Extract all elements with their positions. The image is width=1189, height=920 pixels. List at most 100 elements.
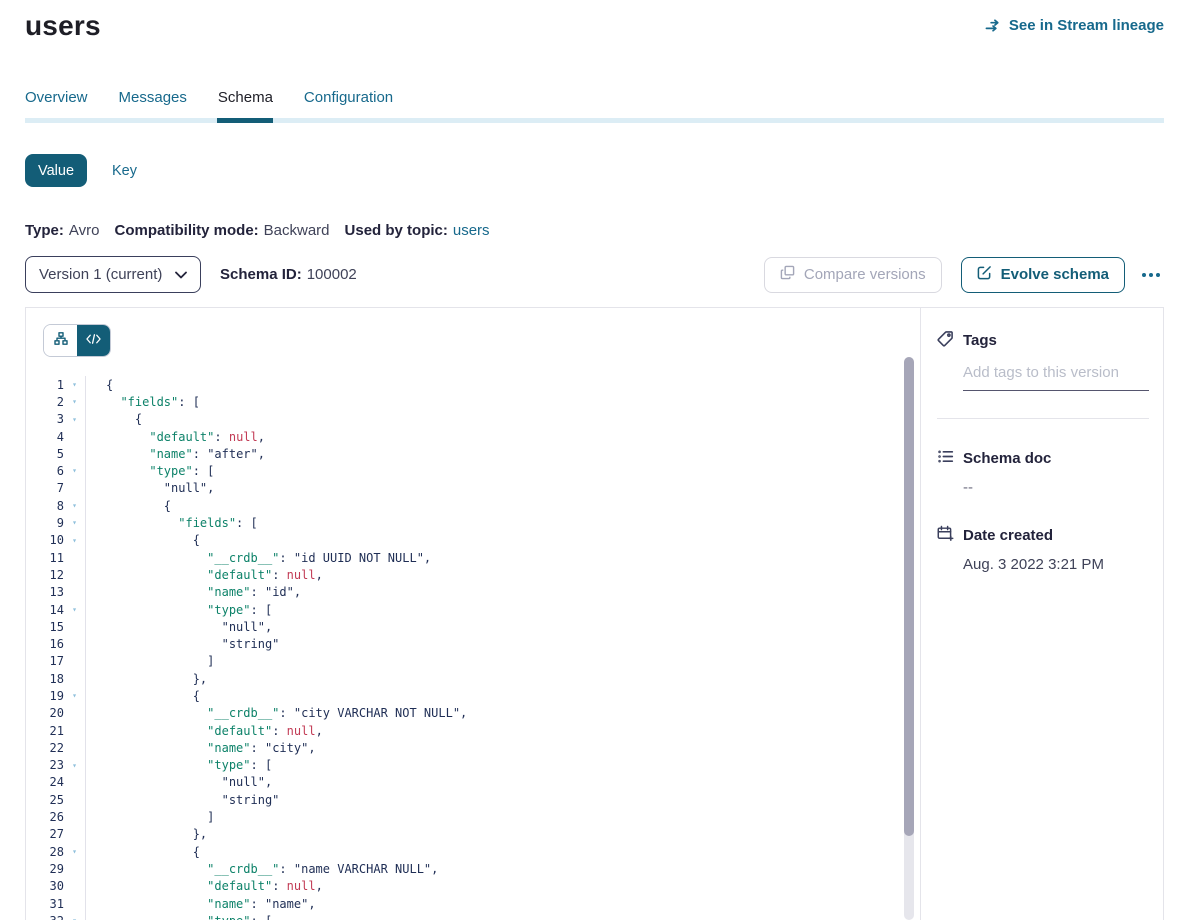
line-number: 8 (26, 499, 64, 513)
fold-caret-icon[interactable]: ▾ (64, 532, 85, 549)
code-text: "null", (85, 775, 272, 789)
code-line: 1▾{ (26, 376, 898, 393)
code-text: { (85, 378, 113, 392)
value-key-toggle: Value Key (25, 154, 1164, 187)
tags-title: Tags (963, 332, 997, 349)
fold-caret-icon[interactable]: ▾ (64, 393, 85, 410)
code-text: "default": null, (85, 724, 323, 738)
meta-topic-label: Used by topic: (345, 222, 448, 239)
line-number: 31 (26, 897, 64, 911)
line-number: 12 (26, 568, 64, 582)
scrollbar[interactable] (904, 357, 914, 920)
more-options-button[interactable] (1138, 269, 1164, 281)
line-number: 5 (26, 447, 64, 461)
schema-id-label: Schema ID: (220, 266, 302, 283)
line-number: 20 (26, 706, 64, 720)
code-line: 22 "name": "city", (26, 739, 898, 756)
code-line: 17 ] (26, 653, 898, 670)
code-line: 12 "default": null, (26, 566, 898, 583)
line-number: 17 (26, 654, 64, 668)
line-number: 15 (26, 620, 64, 634)
code-line: 13 "name": "id", (26, 584, 898, 601)
fold-caret-icon[interactable]: ▾ (64, 843, 85, 860)
code-text: { (85, 689, 200, 703)
fold-caret-icon[interactable]: ▾ (64, 687, 85, 704)
code-line: 5 "name": "after", (26, 445, 898, 462)
code-view-button[interactable] (77, 325, 110, 356)
fold-caret-icon[interactable]: ▾ (64, 376, 85, 393)
meta-compatibility: Compatibility mode: Backward (114, 222, 329, 239)
date-created-title: Date created (963, 527, 1053, 544)
code-line: 7 "null", (26, 480, 898, 497)
tab-configuration[interactable]: Configuration (304, 89, 393, 118)
value-toggle-button[interactable]: Value (25, 154, 87, 187)
fold-caret-icon[interactable]: ▾ (64, 912, 85, 920)
scrollbar-thumb[interactable] (904, 357, 914, 836)
code-line: 29 "__crdb__": "name VARCHAR NULL", (26, 860, 898, 877)
meta-compatibility-label: Compatibility mode: (114, 222, 258, 239)
code-text: "default": null, (85, 879, 323, 893)
meta-topic: Used by topic: users (345, 222, 490, 239)
line-number: 9 (26, 516, 64, 530)
line-number: 1 (26, 378, 64, 392)
key-toggle-button[interactable]: Key (112, 163, 137, 179)
code-line: 30 "default": null, (26, 878, 898, 895)
code-line: 32▾ "type": [ (26, 912, 898, 920)
code-editor[interactable]: 1▾{2▾ "fields": [3▾ {4 "default": null,5… (26, 376, 898, 920)
code-text: { (85, 412, 142, 426)
fold-caret-icon[interactable]: ▾ (64, 462, 85, 479)
fold-caret-icon[interactable]: ▾ (64, 411, 85, 428)
tab-messages[interactable]: Messages (119, 89, 187, 118)
code-line: 25 "string" (26, 791, 898, 808)
line-number: 21 (26, 724, 64, 738)
version-select[interactable]: Version 1 (current) (25, 256, 201, 293)
code-text: { (85, 499, 171, 513)
code-text: "name": "after", (85, 447, 265, 461)
stream-lineage-label: See in Stream lineage (1009, 17, 1164, 34)
evolve-schema-button[interactable]: Evolve schema (961, 257, 1125, 293)
fold-caret-icon[interactable]: ▾ (64, 601, 85, 618)
code-text: "type": [ (85, 758, 272, 772)
page-header: users See in Stream lineage (25, 0, 1164, 42)
ellipsis-icon (1142, 273, 1146, 277)
line-number: 13 (26, 585, 64, 599)
line-number: 19 (26, 689, 64, 703)
code-line: 24 "null", (26, 774, 898, 791)
code-text: }, (85, 827, 207, 841)
stream-lineage-link[interactable]: See in Stream lineage (985, 17, 1164, 34)
add-tags-input[interactable] (963, 364, 1149, 391)
code-line: 31 "name": "name", (26, 895, 898, 912)
code-line: 19▾ { (26, 687, 898, 704)
fold-caret-icon[interactable]: ▾ (64, 757, 85, 774)
schema-doc-value: -- (963, 479, 1149, 496)
fold-caret-icon[interactable]: ▾ (64, 497, 85, 514)
tag-icon (937, 330, 954, 351)
view-mode-toggle (43, 324, 111, 357)
code-text: "fields": [ (85, 516, 258, 530)
schema-id: Schema ID: 100002 (220, 266, 357, 283)
code-text: "__crdb__": "name VARCHAR NULL", (85, 862, 438, 876)
code-line: 6▾ "type": [ (26, 462, 898, 479)
stream-lineage-icon (985, 19, 1002, 33)
tree-view-button[interactable] (44, 325, 77, 356)
code-line: 3▾ { (26, 411, 898, 428)
code-line: 15 "null", (26, 618, 898, 635)
tab-schema[interactable]: Schema (218, 89, 273, 118)
list-icon (937, 448, 954, 469)
evolve-schema-label: Evolve schema (1001, 266, 1109, 283)
page-title: users (25, 10, 101, 42)
line-number: 28 (26, 845, 64, 859)
line-number: 29 (26, 862, 64, 876)
code-text: "fields": [ (85, 395, 200, 409)
topic-link[interactable]: users (453, 222, 490, 239)
tab-overview[interactable]: Overview (25, 89, 88, 118)
code-text: "type": [ (85, 603, 272, 617)
fold-caret-icon[interactable]: ▾ (64, 514, 85, 531)
schema-doc-section: Schema doc -- (937, 448, 1149, 496)
compare-versions-button[interactable]: Compare versions (764, 257, 942, 293)
code-line: 27 }, (26, 826, 898, 843)
schema-panel: 1▾{2▾ "fields": [3▾ {4 "default": null,5… (25, 307, 1164, 920)
line-number: 18 (26, 672, 64, 686)
code-line: 9▾ "fields": [ (26, 514, 898, 531)
tree-view-icon (54, 332, 68, 349)
